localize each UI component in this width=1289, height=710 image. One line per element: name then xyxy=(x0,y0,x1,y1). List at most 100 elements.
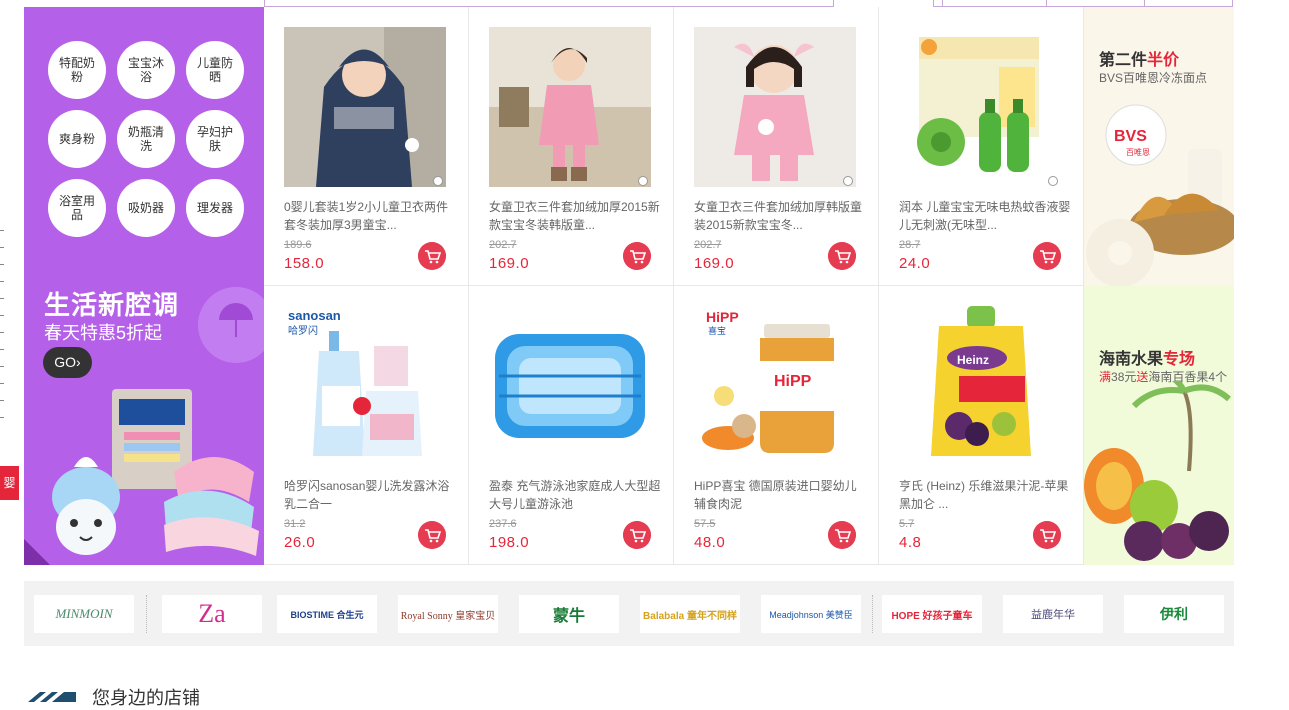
sale-price: 198.0 xyxy=(489,534,530,551)
original-price: 189.6 xyxy=(284,239,312,251)
sale-price: 169.0 xyxy=(489,255,530,272)
product-card[interactable]: HiPP 喜宝 HiPP HiPP喜宝 德国原装进口婴幼儿辅食肉泥 57.5 4… xyxy=(674,286,879,565)
product-image[interactable] xyxy=(694,27,856,187)
promo-go-button[interactable]: GO› xyxy=(43,347,92,378)
heading-text: 您身边的店铺 xyxy=(92,688,200,708)
brand-logo[interactable]: Balabala 童年不同样 xyxy=(640,595,740,633)
category-item[interactable]: 特配奶粉 xyxy=(48,41,106,99)
original-price: 202.7 xyxy=(489,239,517,251)
brand-logo[interactable]: 蒙牛 xyxy=(519,595,619,633)
household-products-image xyxy=(52,389,259,556)
promo-subtitle: 春天特惠5折起 xyxy=(44,323,163,343)
bvs-promo-banner[interactable]: 第二件半价 BVS百唯恩冷冻面点 BVS 百唯恩 xyxy=(1084,7,1234,286)
product-card[interactable]: 女童卫衣三件套加绒加厚2015新款宝宝冬装韩版童... 202.7 169.0 xyxy=(469,7,674,286)
original-price: 28.7 xyxy=(899,239,921,251)
product-image[interactable] xyxy=(284,27,446,187)
product-image[interactable]: Heinz xyxy=(899,306,1061,466)
cart-icon[interactable] xyxy=(1033,521,1061,549)
product-card[interactable]: 润本 儿童宝宝无味电热蚊香液婴儿无刺激(无味型... 28.7 24.0 xyxy=(879,7,1084,286)
product-card[interactable]: sanosan 哈罗闪 哈罗闪sanosan婴儿洗发露沐浴乳二合一 31.2 2… xyxy=(264,286,469,565)
top-border-strip xyxy=(264,0,834,7)
cart-icon[interactable] xyxy=(418,521,446,549)
brand-logo[interactable]: Za xyxy=(162,595,262,633)
product-image[interactable] xyxy=(489,27,651,187)
cart-icon[interactable] xyxy=(418,242,446,270)
product-image[interactable] xyxy=(899,27,1061,187)
fruit-image xyxy=(1084,381,1232,561)
svg-text:sanosan: sanosan xyxy=(288,308,341,323)
divider xyxy=(872,595,873,633)
original-price: 31.2 xyxy=(284,518,306,530)
brand-logo[interactable]: MINMOIN xyxy=(34,595,134,633)
product-card[interactable]: 0婴儿套装1岁2小儿童卫衣两件套冬装加厚3男童宝... 189.6 158.0 xyxy=(264,7,469,286)
banner-title: 海南水果专场 xyxy=(1099,345,1195,369)
cart-icon[interactable] xyxy=(623,242,651,270)
category-item[interactable]: 奶瓶清洗 xyxy=(117,110,175,168)
product-grid: 0婴儿套装1岁2小儿童卫衣两件套冬装加厚3男童宝... 189.6 158.0 … xyxy=(264,7,1084,565)
sale-price: 48.0 xyxy=(694,534,726,551)
category-item[interactable]: 儿童防晒 xyxy=(186,41,244,99)
brand-logo[interactable]: HOPE 好孩子童车 xyxy=(882,595,982,633)
zoom-icon[interactable] xyxy=(433,176,443,186)
cart-icon[interactable] xyxy=(623,521,651,549)
bvs-logo-sub: 百唯恩 xyxy=(1126,147,1150,157)
divider xyxy=(146,595,147,633)
umbrella-decoration xyxy=(198,287,264,363)
zoom-icon[interactable] xyxy=(638,176,648,186)
bakery-image: BVS 百唯恩 xyxy=(1086,104,1234,286)
svg-text:HiPP: HiPP xyxy=(706,309,739,325)
hainan-fruit-banner[interactable]: 海南水果专场 满38元送海南百香果4个 xyxy=(1084,286,1234,565)
chevron-right-icon: › xyxy=(76,354,81,370)
product-card[interactable]: 女童卫衣三件套加绒加厚韩版童装2015新款宝宝冬... 202.7 169.0 xyxy=(674,7,879,286)
product-name[interactable]: 亨氏 (Heinz) 乐维滋果汁泥-苹果黑加仑 ... xyxy=(899,477,1071,513)
category-item[interactable]: 浴室用品 xyxy=(48,179,106,237)
svg-text:喜宝: 喜宝 xyxy=(708,325,726,337)
product-name[interactable]: 0婴儿套装1岁2小儿童卫衣两件套冬装加厚3男童宝... xyxy=(284,198,456,234)
category-item[interactable]: 爽身粉 xyxy=(48,110,106,168)
corner-fold xyxy=(24,539,50,565)
banner-title-text: 海南水果 xyxy=(1099,351,1164,368)
product-name[interactable]: 女童卫衣三件套加绒加厚韩版童装2015新款宝宝冬... xyxy=(694,198,866,234)
sale-price: 169.0 xyxy=(694,255,735,272)
product-name[interactable]: 哈罗闪sanosan婴儿洗发露沐浴乳二合一 xyxy=(284,477,456,513)
product-name[interactable]: HiPP喜宝 德国原装进口婴幼儿辅食肉泥 xyxy=(694,477,866,513)
original-price: 57.5 xyxy=(694,518,716,530)
brand-logo[interactable]: BIOSTIME 合生元 xyxy=(277,595,377,633)
original-price: 5.7 xyxy=(899,518,915,530)
banner-title: 第二件半价 xyxy=(1099,46,1179,70)
brand-logo[interactable]: Meadjohnson 美赞臣 xyxy=(761,595,861,633)
original-price: 237.6 xyxy=(489,518,517,530)
category-item[interactable]: 孕妇护肤 xyxy=(186,110,244,168)
product-name[interactable]: 女童卫衣三件套加绒加厚2015新款宝宝冬装韩版童... xyxy=(489,198,661,234)
sale-price: 24.0 xyxy=(899,255,931,272)
product-image[interactable]: sanosan 哈罗闪 xyxy=(284,306,446,466)
brand-logo[interactable]: 伊利 xyxy=(1124,595,1224,633)
original-price: 202.7 xyxy=(694,239,722,251)
product-image[interactable] xyxy=(489,306,651,466)
side-floor-tab[interactable]: 婴 xyxy=(0,466,19,500)
zoom-icon[interactable] xyxy=(843,176,853,186)
product-name[interactable]: 盈泰 充气游泳池家庭成人大型超大号儿童游泳池 xyxy=(489,477,661,513)
go-label: GO xyxy=(54,354,77,370)
left-edge-ticks xyxy=(0,230,6,434)
cart-icon[interactable] xyxy=(1033,242,1061,270)
product-card[interactable]: Heinz 亨氏 (Heinz) 乐维滋果汁泥-苹果黑加仑 ... 5.7 4.… xyxy=(879,286,1084,565)
svg-text:哈罗闪: 哈罗闪 xyxy=(288,324,318,337)
cart-icon[interactable] xyxy=(828,521,856,549)
svg-text:HiPP: HiPP xyxy=(774,373,812,390)
sale-price: 158.0 xyxy=(284,255,325,272)
banner-title-highlight: 半价 xyxy=(1147,52,1180,69)
product-name[interactable]: 润本 儿童宝宝无味电热蚊香液婴儿无刺激(无味型... xyxy=(899,198,1071,234)
category-item[interactable]: 宝宝沐浴 xyxy=(117,41,175,99)
product-image[interactable]: HiPP 喜宝 HiPP xyxy=(694,306,856,466)
zoom-icon[interactable] xyxy=(1048,176,1058,186)
brand-logo[interactable]: Royal Sonny 皇家宝贝 xyxy=(398,595,498,633)
category-item[interactable]: 吸奶器 xyxy=(117,179,175,237)
brand-logo[interactable]: 益鹿年华 xyxy=(1003,595,1103,633)
banner-title-text: 第二件 xyxy=(1099,52,1148,69)
product-card[interactable]: 盈泰 充气游泳池家庭成人大型超大号儿童游泳池 237.6 198.0 xyxy=(469,286,674,565)
category-item[interactable]: 理发器 xyxy=(186,179,244,237)
category-promo-panel: 特配奶粉 宝宝沐浴 儿童防晒 爽身粉 奶瓶清洗 孕妇护肤 浴室用品 吸奶器 理发… xyxy=(24,7,264,565)
cart-icon[interactable] xyxy=(828,242,856,270)
top-border-strip-right xyxy=(933,0,1233,7)
